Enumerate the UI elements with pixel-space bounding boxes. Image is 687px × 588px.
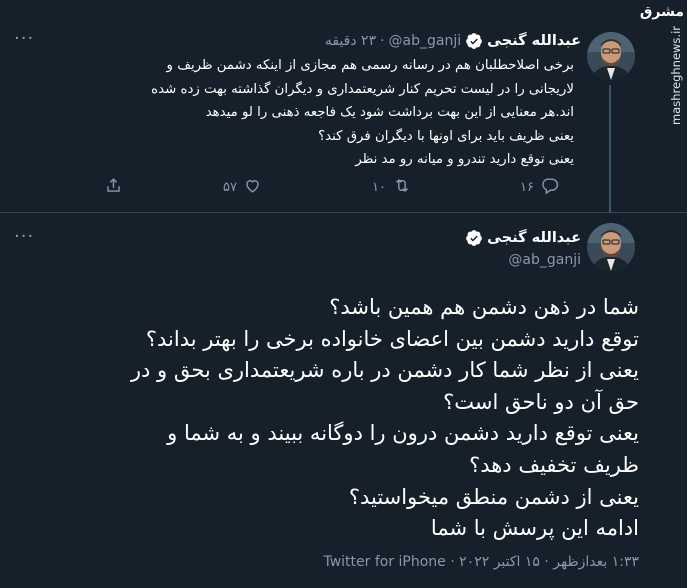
separator-dot: ·: [544, 554, 549, 570]
tweet-line: ظریف تخفیف دهد؟: [469, 452, 639, 477]
tweet-text: شما در ذهن دشمن هم همین باشد؟ توقع دارید…: [19, 292, 639, 545]
reply-count: ۱۶: [520, 180, 534, 195]
tweet-header: عبدالله گنجی @ab_ganji · ۲۳ دقیقه: [325, 32, 581, 50]
verified-badge-icon: [465, 32, 483, 50]
handle[interactable]: @ab_ganji: [508, 252, 581, 268]
separator-dot: ·: [380, 33, 385, 49]
tweet-line: یعنی از نظر شما کار دشمن در باره شریعتمد…: [130, 358, 639, 383]
tweet-header: عبدالله گنجی: [465, 229, 581, 247]
separator-dot: ·: [450, 554, 455, 570]
like-count: ۵۷: [223, 180, 237, 195]
tweet-line: توقع دارید دشمن بین اعضای خانواده برخی ر…: [145, 326, 639, 351]
tweet-line: برخی اصلاحطلبان هم در رسانه رسمی هم مجاز…: [166, 58, 574, 73]
reply-icon: [540, 176, 559, 199]
like-icon: [243, 176, 262, 199]
tweet-line: یعنی توقع دارید دشمن درون را دوگانه ببین…: [167, 421, 639, 446]
tweet-source[interactable]: Twitter for iPhone: [323, 554, 445, 570]
tweet-line: ادامه این پرسش با شما: [430, 516, 639, 541]
display-name[interactable]: عبدالله گنجی: [487, 230, 581, 246]
retweet-button[interactable]: ۱۰: [372, 176, 412, 199]
avatar[interactable]: [587, 32, 635, 80]
retweet-icon: [392, 176, 412, 199]
more-icon[interactable]: ···: [14, 28, 34, 49]
verified-badge-icon: [465, 229, 483, 247]
tweet-line: اند.هر معنایی از این بهت برداشت شود یک ف…: [205, 105, 574, 120]
tweet-line: حق آن دو ناحق است؟: [443, 389, 639, 414]
time-ago[interactable]: ۲۳ دقیقه: [325, 33, 376, 49]
reply-tweet[interactable]: عبدالله گنجی @ab_ganji · ۲۳ دقیقه ··· بر…: [0, 0, 687, 213]
tweet-line: یعنی از دشمن منطق میخواستید؟: [348, 484, 639, 509]
tweet-meta: ۱:۳۳ بعدازظهر · ۱۵ اکتبر ۲۰۲۲ · Twitter …: [323, 554, 639, 570]
share-icon: [104, 176, 123, 199]
thread-line: [609, 85, 611, 213]
tweet-date[interactable]: ۱۵ اکتبر ۲۰۲۲: [459, 554, 540, 570]
handle[interactable]: @ab_ganji: [389, 33, 462, 49]
tweet-line: لاریجانی را در لیست تحریم کنار شریعتمدار…: [151, 81, 574, 97]
like-button[interactable]: ۵۷: [223, 176, 262, 199]
tweet-time[interactable]: ۱:۳۳ بعدازظهر: [553, 554, 639, 570]
handle-row: @ab_ganji: [508, 252, 581, 268]
tweet-line: شما در ذهن دشمن هم همین باشد؟: [329, 295, 639, 319]
tweet-line: یعنی توقع دارید تندرو و میانه رو مد نظر: [355, 152, 574, 167]
tweet-line: یعنی ظریف باید برای اونها با دیگران فرق …: [318, 128, 574, 144]
more-icon[interactable]: ···: [14, 226, 34, 247]
display-name[interactable]: عبدالله گنجی: [487, 33, 581, 49]
avatar[interactable]: [587, 223, 635, 271]
tweet-text: برخی اصلاحطلبان هم در رسانه رسمی هم مجاز…: [14, 54, 574, 172]
reply-button[interactable]: ۱۶: [520, 176, 559, 199]
retweet-count: ۱۰: [372, 180, 386, 195]
share-button[interactable]: [104, 176, 123, 199]
